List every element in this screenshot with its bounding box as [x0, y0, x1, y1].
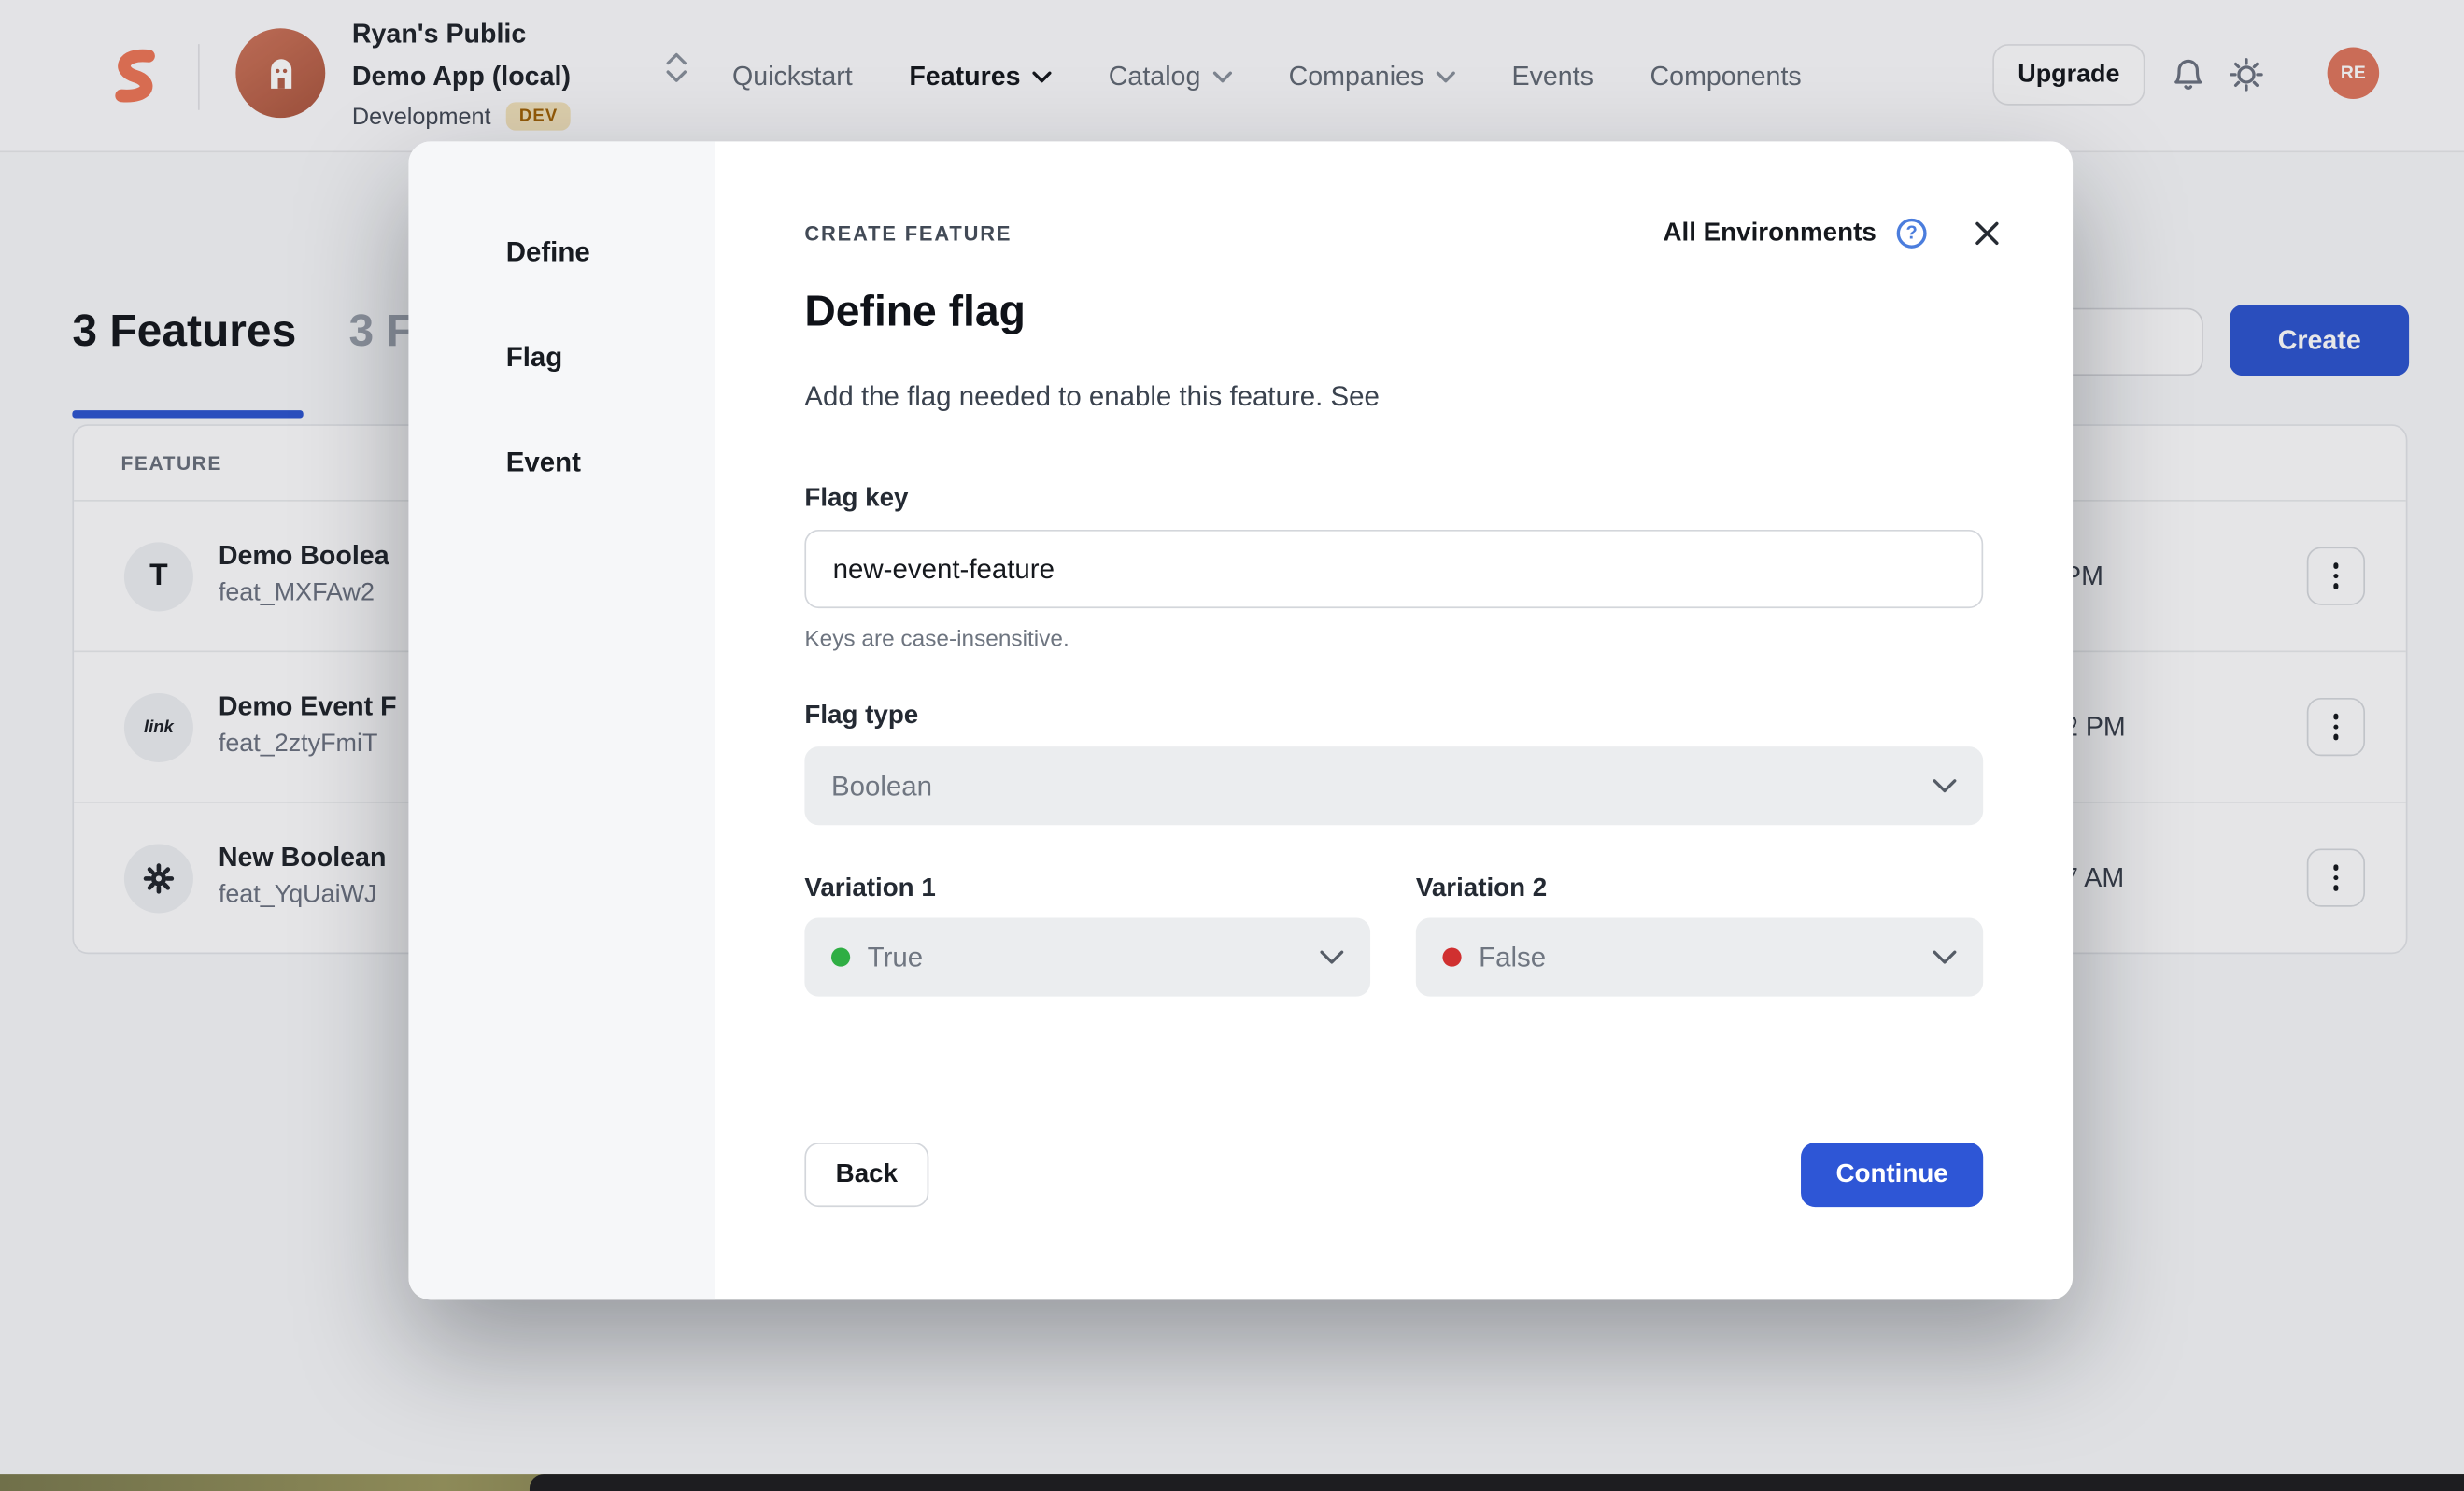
background-window-bar [530, 1474, 2464, 1491]
step-flag[interactable]: Flag [506, 341, 563, 374]
flag-type-label: Flag type [804, 701, 918, 731]
modal-description: Add the flag needed to enable this featu… [804, 380, 1379, 413]
create-feature-modal: Define Flag Event CREATE FEATURE All Env… [408, 141, 2073, 1299]
help-icon[interactable]: ? [1897, 218, 1927, 248]
variation2-select[interactable]: False [1416, 918, 1983, 997]
close-icon[interactable] [1969, 215, 2004, 249]
modal-step-rail: Define Flag Event [408, 141, 715, 1299]
back-button[interactable]: Back [804, 1143, 928, 1207]
modal-title: Define flag [804, 286, 1026, 336]
chevron-down-icon [1933, 778, 1956, 794]
modal-eyebrow: CREATE FEATURE [804, 221, 1012, 245]
app-root: Ryan's Public Demo App (local) Developme… [0, 0, 2464, 1491]
step-event[interactable]: Event [506, 447, 581, 479]
variation2-label: Variation 2 [1416, 873, 1547, 903]
flag-key-input[interactable] [804, 530, 1983, 608]
green-dot-icon [831, 947, 850, 966]
environments-cluster: All Environments ? [1663, 215, 2004, 249]
all-environments-label: All Environments [1663, 218, 1876, 248]
variation1-label: Variation 1 [804, 873, 935, 903]
red-dot-icon [1442, 947, 1461, 966]
variation1-select[interactable]: True [804, 918, 1370, 997]
step-define[interactable]: Define [506, 235, 590, 268]
flag-type-select[interactable]: Boolean [804, 746, 1983, 825]
chevron-down-icon [1320, 949, 1343, 965]
flag-key-helper: Keys are case-insensitive. [804, 627, 1069, 652]
chevron-down-icon [1933, 949, 1956, 965]
flag-key-label: Flag key [804, 484, 908, 514]
continue-button[interactable]: Continue [1801, 1143, 1983, 1207]
